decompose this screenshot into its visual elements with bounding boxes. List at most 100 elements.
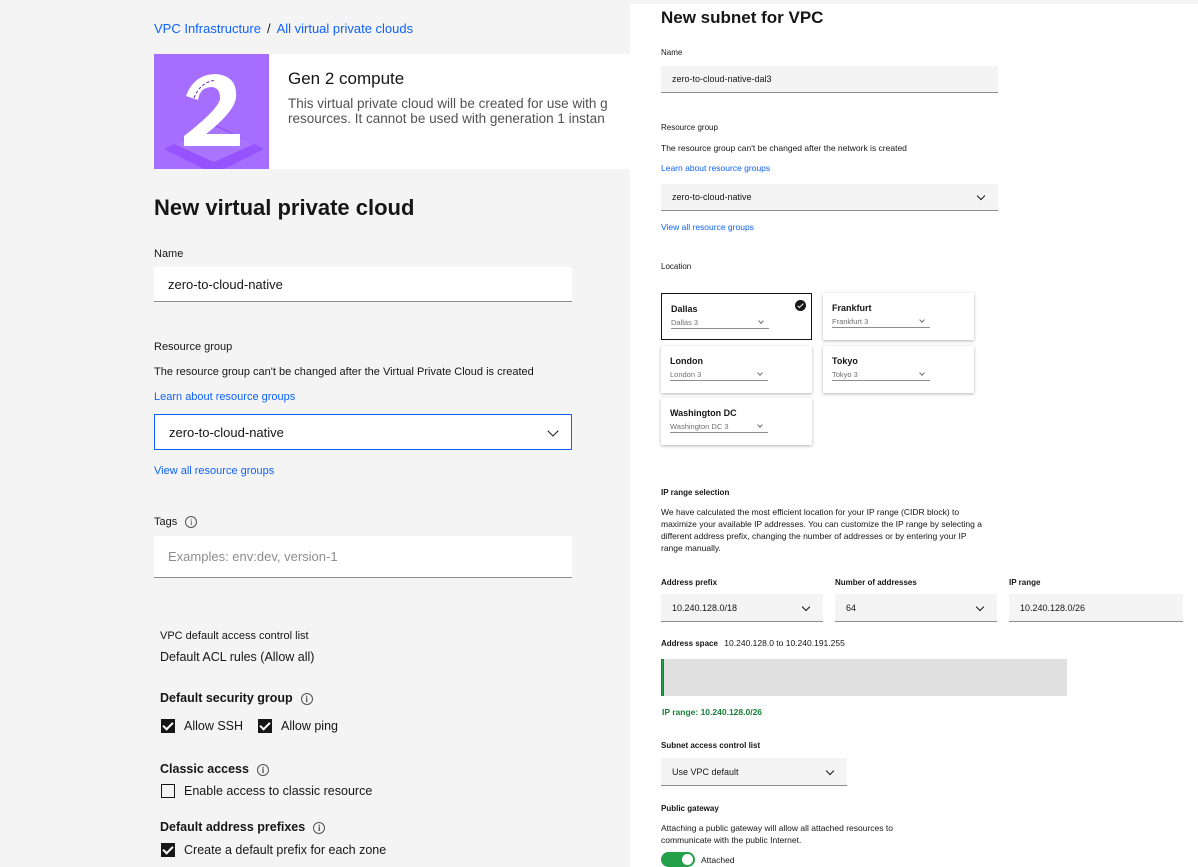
checkbox-checked-icon[interactable]	[258, 719, 272, 733]
subnet-resource-group-label: Resource group	[661, 123, 718, 132]
breadcrumb-vpc-infrastructure[interactable]: VPC Infrastructure	[154, 21, 261, 36]
zone-select[interactable]: Washington DC 3	[670, 422, 768, 433]
vpc-learn-resource-groups-link[interactable]: Learn about resource groups	[154, 391, 295, 403]
chevron-down-icon	[801, 602, 811, 611]
address-space-value: 10.240.128.0 to 10.240.191.255	[724, 638, 845, 648]
default-security-group-heading: Default security group i	[160, 691, 313, 705]
zone-select[interactable]: London 3	[670, 370, 768, 381]
location-name: Tokyo	[832, 356, 858, 366]
vpc-resource-group-select[interactable]: zero-to-cloud-native	[154, 414, 572, 450]
location-label: Location	[661, 262, 692, 271]
ip-range-helper-line: maximize your available IP addresses. Yo…	[661, 519, 982, 529]
default-address-prefixes-heading: Default address prefixes i	[160, 820, 326, 834]
classic-access-heading: Classic access i	[160, 762, 269, 776]
breadcrumb-all-vpcs[interactable]: All virtual private clouds	[277, 21, 414, 36]
chevron-down-icon	[975, 602, 985, 611]
gen2-illustration	[154, 54, 269, 169]
classic-access-checkbox-label: Enable access to classic resource	[184, 784, 373, 798]
subnet-title: New subnet for VPC	[661, 8, 824, 27]
info-icon[interactable]: i	[256, 763, 269, 776]
subnet-resource-group-select[interactable]: zero-to-cloud-native	[661, 184, 998, 211]
ip-range-input[interactable]: 10.240.128.0/26	[1009, 594, 1183, 622]
vpc-view-all-resource-groups-link[interactable]: View all resource groups	[154, 465, 274, 477]
zone-select[interactable]: Dallas 3	[671, 318, 769, 329]
number-of-addresses-select[interactable]: 64	[835, 594, 997, 622]
breadcrumb-separator: /	[266, 21, 271, 36]
public-gateway-state: Attached	[701, 855, 735, 865]
allow-ping-checkbox[interactable]: Allow ping	[258, 719, 338, 733]
chevron-down-icon	[757, 370, 763, 376]
checkbox-unchecked-icon[interactable]	[161, 784, 175, 798]
classic-access-checkbox[interactable]: Enable access to classic resource	[161, 784, 372, 798]
location-tile-london[interactable]: London London 3	[661, 346, 812, 393]
address-space-used-fill	[661, 659, 664, 696]
chevron-down-icon	[919, 317, 925, 323]
chevron-down-icon	[757, 422, 763, 428]
checkbox-checked-icon[interactable]	[161, 719, 175, 733]
ip-range-helper-line: different address prefix, changing the n…	[661, 531, 967, 541]
vpc-name-input[interactable]: zero-to-cloud-native	[154, 267, 572, 302]
subnet-name-input[interactable]: zero-to-cloud-native-dal3	[661, 66, 998, 93]
public-gateway-helper-line: Attaching a public gateway will allow al…	[661, 823, 893, 833]
default-prefix-checkbox[interactable]: Create a default prefix for each zone	[161, 843, 386, 857]
gen2-compute-banner: Gen 2 compute This virtual private cloud…	[154, 54, 630, 169]
vpc-resource-group-value: zero-to-cloud-native	[169, 424, 284, 440]
ip-range-helper-line: We have calculated the most efficient lo…	[661, 507, 960, 517]
ip-range-label: IP range	[1009, 578, 1041, 587]
allow-ssh-label: Allow SSH	[184, 719, 244, 733]
default-address-prefixes-label: Default address prefixes	[160, 820, 306, 834]
gen2-description-line-2: resources. It cannot be used with genera…	[288, 111, 605, 126]
location-tile-washington-dc[interactable]: Washington DC Washington DC 3	[661, 398, 812, 445]
vpc-tags-label-row: Tags i	[154, 516, 198, 528]
subnet-acl-label: Subnet access control list	[661, 741, 761, 750]
zone-value: Washington DC 3	[670, 422, 729, 431]
chevron-down-icon	[976, 191, 986, 201]
subnet-resource-group-helper: The resource group can't be changed afte…	[661, 143, 907, 153]
gen2-title: Gen 2 compute	[288, 69, 405, 88]
vpc-acl-label: VPC default access control list	[160, 630, 309, 642]
checkmark-icon	[795, 300, 806, 311]
address-space-bar	[661, 659, 1067, 696]
gen2-description: This virtual private cloud will be creat…	[288, 96, 630, 126]
number-of-addresses-label: Number of addresses	[835, 578, 917, 587]
address-space-label: Address space	[661, 639, 718, 648]
ip-range-helper-line: range manually.	[661, 543, 721, 553]
subnet-resource-group-value: zero-to-cloud-native	[672, 192, 752, 202]
chevron-down-icon	[758, 318, 764, 324]
address-prefix-select[interactable]: 10.240.128.0/18	[661, 594, 823, 622]
allow-ssh-checkbox[interactable]: Allow SSH	[161, 719, 243, 733]
vpc-resource-group-label: Resource group	[154, 341, 233, 353]
location-tile-dallas[interactable]: Dallas Dallas 3	[661, 293, 812, 340]
location-tile-tokyo[interactable]: Tokyo Tokyo 3	[823, 346, 974, 393]
public-gateway-helper-line: communicate with the public Internet.	[661, 835, 802, 845]
info-icon[interactable]: i	[185, 516, 198, 528]
location-tile-frankfurt[interactable]: Frankfurt Frankfurt 3	[823, 293, 974, 340]
public-gateway-toggle[interactable]	[661, 852, 695, 867]
subnet-view-all-resource-groups-link[interactable]: View all resource groups	[661, 222, 754, 232]
vpc-tags-label: Tags	[154, 516, 178, 528]
subnet-name-label: Name	[661, 48, 683, 57]
subnet-create-panel: New subnet for VPC Name zero-to-cloud-na…	[630, 4, 1198, 867]
allow-ping-label: Allow ping	[281, 719, 338, 733]
vpc-create-panel: VPC Infrastructure / All virtual private c…	[0, 0, 630, 867]
zone-value: Dallas 3	[671, 318, 699, 327]
subnet-acl-select[interactable]: Use VPC default	[661, 758, 847, 786]
address-space-row: Address space 10.240.128.0 to 10.240.191…	[661, 637, 845, 650]
info-icon[interactable]: i	[313, 821, 326, 834]
subnet-learn-resource-groups-link[interactable]: Learn about resource groups	[661, 163, 770, 173]
address-prefix-label: Address prefix	[661, 578, 718, 587]
chevron-down-icon	[919, 370, 925, 376]
subnet-acl-value: Use VPC default	[672, 766, 739, 777]
zone-select[interactable]: Frankfurt 3	[832, 317, 930, 328]
ip-range-result: IP range: 10.240.128.0/26	[662, 707, 763, 717]
zone-select[interactable]: Tokyo 3	[832, 370, 930, 381]
number-of-addresses-value: 64	[846, 602, 857, 613]
info-icon[interactable]: i	[300, 692, 313, 705]
checkbox-checked-icon[interactable]	[161, 843, 175, 857]
public-gateway-helper: Attaching a public gateway will allow al…	[661, 822, 893, 846]
chevron-down-icon	[547, 425, 559, 437]
breadcrumb: VPC Infrastructure / All virtual private c…	[154, 21, 413, 36]
vpc-tags-input[interactable]: Examples: env:dev, version-1	[154, 536, 572, 578]
zone-value: Tokyo 3	[832, 370, 858, 379]
vpc-name-label: Name	[154, 248, 184, 260]
